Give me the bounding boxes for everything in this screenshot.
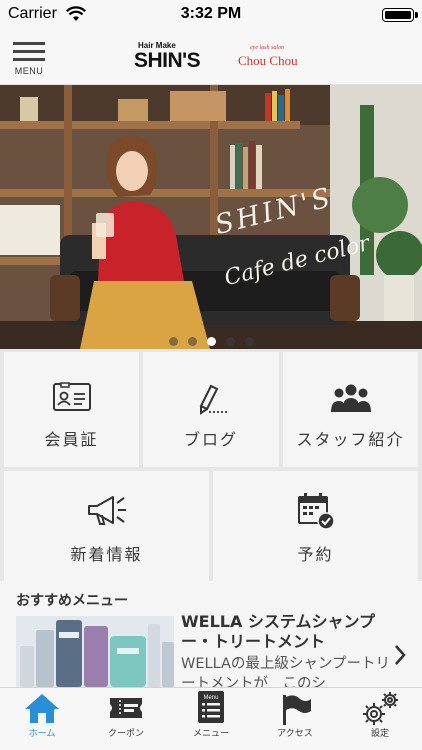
menu-label: MENU [14,66,44,76]
tab-label: アクセス [277,729,313,739]
hero-slider[interactable]: SHIN'S Cafe de color [0,85,422,349]
recommended-section[interactable]: おすすめメニュー WELLA システムシャンプー・トリートメント WELLAの最… [0,581,422,687]
slider-dot[interactable] [168,337,178,346]
tab-label: 設定 [370,729,389,739]
megaphone-icon [87,496,126,525]
slider-pagination[interactable] [0,331,422,349]
slider-dot[interactable] [206,337,216,346]
slider-dot[interactable] [244,337,254,346]
product-photo [16,616,174,687]
grid-item-label: 会員証 [44,430,99,449]
slider-dot[interactable] [225,337,235,346]
app-header: MENU Hair Make SHIN'S eye lash salon Cho… [0,30,422,85]
logo-sub-small-text: eye lash salon [250,45,284,51]
grid-item-blog[interactable]: ブログ [143,352,279,467]
section-title: おすすめメニュー [16,593,128,609]
grid-item-label: ブログ [183,430,238,449]
tab-menu[interactable]: Menu メニュー [169,688,253,750]
status-bar: Carrier 3:32 PM [0,0,422,30]
gears-icon [363,692,398,725]
logo-main-text: SHIN'S [134,49,201,72]
menu-button[interactable]: MENU [10,40,48,78]
logo-sub-main-text: Chou Chou [238,53,298,68]
tab-settings[interactable]: 設定 [338,688,422,750]
tab-coupon[interactable]: クーポン [84,688,168,750]
tab-home[interactable]: ホーム [0,688,84,750]
svg-text:Menu: Menu [203,695,218,701]
flag-icon [283,695,311,725]
pen-icon [199,384,227,415]
tab-access[interactable]: アクセス [253,688,337,750]
hamburger-icon [13,42,45,45]
hero-photo [0,85,422,349]
hamburger-icon-bar [13,50,45,53]
product-image [16,616,174,687]
recommended-item-title: WELLA システムシャンプー・トリートメント [181,612,375,651]
battery-icon [382,8,418,22]
grid-item-label: 新着情報 [70,545,143,564]
tab-label: ホーム [28,729,56,739]
feature-grid: 会員証 ブログ スタッフ紹介 新着情報 予約 [0,349,422,581]
tab-bar: ホーム クーポン Menu メニュー アクセス 設定 [0,687,422,750]
eyelash-salon-logo: eye lash salon Chou Chou [238,45,308,73]
grid-item-reservation[interactable]: 予約 [213,471,418,581]
home-icon [25,694,59,723]
calendar-check-icon [297,493,335,530]
slider-dot[interactable] [187,337,197,346]
recommended-item-description: WELLAの最上級シャンプートリートメントが このシ [181,656,390,687]
tab-label: メニュー [192,729,229,739]
chevron-right-icon[interactable] [392,643,408,667]
member-card-icon [52,382,91,411]
grid-item-label: 予約 [297,545,334,564]
tab-label: クーポン [107,729,144,739]
people-icon [330,384,371,412]
grid-item-label: スタッフ紹介 [296,430,405,449]
hamburger-icon-bar [13,58,45,61]
ticket-icon [110,698,142,718]
clock: 3:32 PM [180,5,242,22]
menu-board-icon: Menu [198,691,224,723]
grid-item-staff[interactable]: スタッフ紹介 [283,352,418,467]
grid-item-news[interactable]: 新着情報 [4,471,209,581]
grid-item-member-card[interactable]: 会員証 [4,352,139,467]
salon-logo: Hair Make SHIN'S [132,41,228,75]
